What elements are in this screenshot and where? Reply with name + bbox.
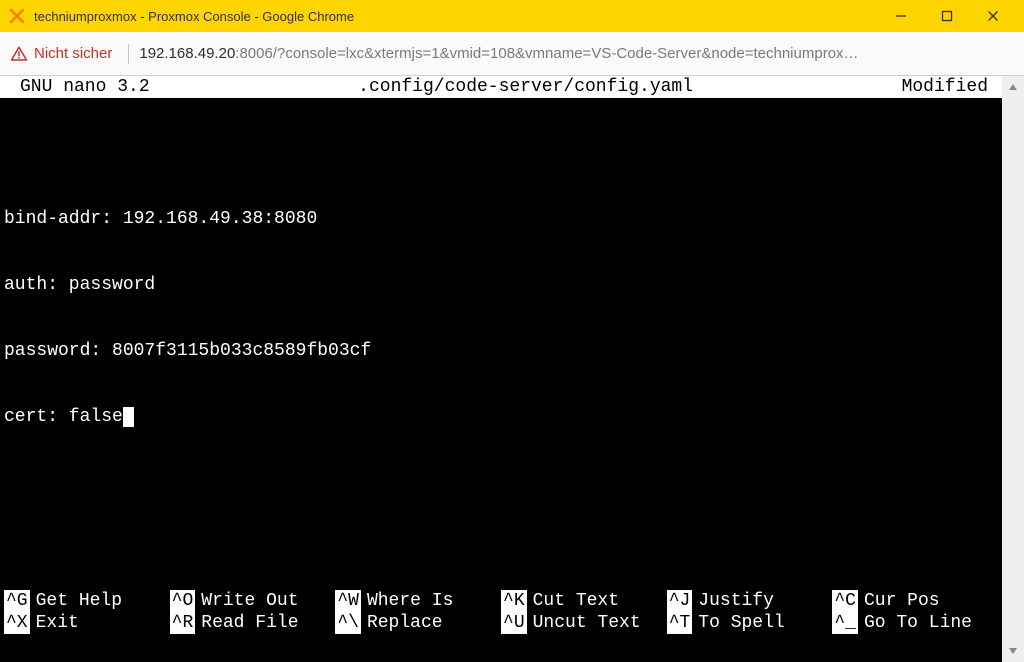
editor-body: bind-addr: 192.168.49.38:8080 auth: pass… [0, 98, 1002, 472]
minimize-button[interactable] [878, 0, 924, 32]
security-warning[interactable]: Nicht sicher [10, 45, 112, 63]
nano-header: GNU nano 3.2 .config/code-server/config.… [0, 76, 1002, 98]
help-item-replace: ^\Replace [335, 612, 501, 634]
url-display[interactable]: 192.168.49.20:8006/?console=lxc&xtermjs=… [139, 45, 1014, 62]
nano-status: Modified [902, 76, 996, 98]
window-titlebar: techniumproxmox - Proxmox Console - Goog… [0, 0, 1024, 32]
editor-line: auth: password [4, 274, 998, 296]
editor-line [4, 142, 998, 164]
proxmox-icon [8, 7, 26, 25]
editor-line: password: 8007f3115b033c8589fb03cf [4, 340, 998, 362]
url-path: :8006/?console=lxc&xtermjs=1&vmid=108&vm… [235, 45, 858, 62]
help-row: ^XExit ^RRead File ^\Replace ^UUncut Tex… [4, 612, 998, 634]
terminal-container: GNU nano 3.2 .config/code-server/config.… [0, 76, 1024, 662]
help-row: ^GGet Help ^OWrite Out ^WWhere Is ^KCut … [4, 590, 998, 612]
security-warning-label: Nicht sicher [34, 45, 112, 62]
close-button[interactable] [970, 0, 1016, 32]
help-item-justify: ^JJustify [667, 590, 833, 612]
scrollbar[interactable] [1002, 76, 1024, 662]
help-item-read-file: ^RRead File [170, 612, 336, 634]
terminal[interactable]: GNU nano 3.2 .config/code-server/config.… [0, 76, 1002, 662]
help-item-cut-text: ^KCut Text [501, 590, 667, 612]
text-cursor [123, 407, 134, 427]
help-item-exit: ^XExit [4, 612, 170, 634]
help-item-cur-pos: ^CCur Pos [832, 590, 998, 612]
help-item-uncut-text: ^UUncut Text [501, 612, 667, 634]
scroll-up-arrow[interactable] [1002, 76, 1024, 98]
nano-app-name: GNU nano 3.2 [6, 76, 150, 98]
scroll-down-arrow[interactable] [1002, 640, 1024, 662]
addressbar-divider [128, 44, 129, 64]
scrollbar-track[interactable] [1002, 98, 1024, 640]
maximize-button[interactable] [924, 0, 970, 32]
help-item-where-is: ^WWhere Is [335, 590, 501, 612]
help-item-get-help: ^GGet Help [4, 590, 170, 612]
url-host: 192.168.49.20 [139, 45, 235, 62]
help-item-write-out: ^OWrite Out [170, 590, 336, 612]
nano-help-bar: ^GGet Help ^OWrite Out ^WWhere Is ^KCut … [0, 590, 1002, 658]
editor-line: bind-addr: 192.168.49.38:8080 [4, 208, 998, 230]
window-title: techniumproxmox - Proxmox Console - Goog… [34, 9, 354, 24]
editor-line: cert: false [4, 406, 998, 428]
warning-icon [10, 45, 28, 63]
help-item-go-to-line: ^_Go To Line [832, 612, 998, 634]
nano-filepath: .config/code-server/config.yaml [150, 76, 902, 98]
help-item-to-spell: ^TTo Spell [667, 612, 833, 634]
address-bar: Nicht sicher 192.168.49.20:8006/?console… [0, 32, 1024, 76]
